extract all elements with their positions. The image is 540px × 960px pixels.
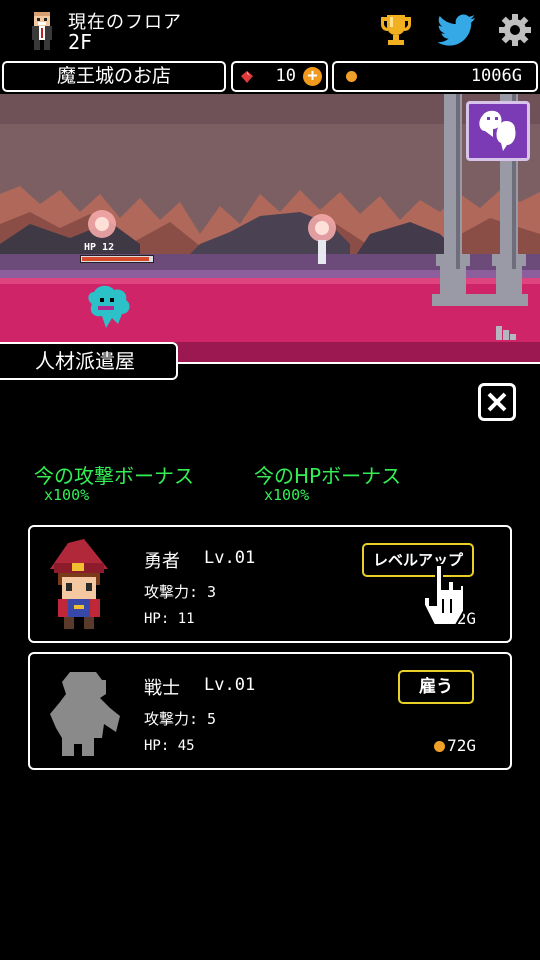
add-gems-button[interactable]: + — [303, 67, 322, 86]
tutorial-hand-pointer-icon — [423, 564, 465, 626]
enemy-hp-label: HP 12 — [84, 242, 115, 253]
unit-card-fighter: 戦士 Lv.01 攻撃力: 5 HP: 45 雇う 72G — [28, 652, 512, 770]
gem-icon — [241, 71, 253, 83]
hire-button[interactable]: 雇う — [398, 670, 474, 704]
gem-count: 10 — [275, 66, 296, 86]
gold-count: 1006G — [470, 66, 522, 86]
unit-hp: HP: 11 — [144, 611, 195, 627]
close-button[interactable] — [478, 383, 516, 421]
twitter-icon[interactable] — [438, 14, 476, 46]
gold-counter: 1006G — [332, 61, 538, 92]
unit-price: 72G — [434, 736, 476, 755]
fighter-silhouette — [50, 672, 120, 756]
unit-hp: HP: 45 — [144, 738, 195, 754]
enemy-hp-fill — [82, 257, 149, 261]
cave-background — [0, 94, 540, 362]
player-avatar-icon — [32, 12, 52, 50]
unit-attack: 攻撃力: 5 — [144, 710, 217, 728]
current-floor-value: 2F — [68, 30, 93, 54]
gem-counter: 10 + — [231, 61, 328, 92]
settings-gear-icon[interactable] — [498, 13, 532, 47]
unit-level: Lv.01 — [204, 548, 256, 568]
hero-portrait — [50, 539, 108, 629]
gold-coin-icon — [346, 71, 357, 82]
ghost-icon — [479, 110, 516, 151]
panel-title: 人材派遣屋 — [35, 349, 135, 373]
enemy-hp-bar — [80, 255, 154, 263]
shop-name: 魔王城のお店 — [56, 65, 171, 87]
attack-bonus-value: x100% — [44, 486, 90, 504]
unit-price-value: 72G — [447, 736, 476, 755]
close-icon — [487, 392, 507, 412]
trophy-icon[interactable] — [378, 12, 414, 48]
attack-bonus-label: 今の攻撃ボーナス — [34, 464, 194, 488]
unit-level: Lv.01 — [204, 675, 256, 695]
hp-bonus-value: x100% — [264, 486, 310, 504]
shop-name-box: 魔王城のお店 — [2, 61, 226, 92]
unit-name: 戦士 — [144, 678, 180, 699]
gold-coin-icon — [434, 741, 446, 752]
battle-scene: HP 12 — [0, 94, 540, 362]
unit-attack: 攻撃力: 3 — [144, 583, 217, 601]
unit-name: 勇者 — [144, 551, 180, 572]
hp-bonus-label: 今のHPボーナス — [254, 464, 402, 488]
panel-tab: 人材派遣屋 — [0, 342, 178, 380]
slime-monster-sprite — [88, 285, 130, 328]
ghost-skill-button[interactable] — [466, 101, 530, 161]
unit-card-hero: 勇者 Lv.01 攻撃力: 3 HP: 11 レベルアップ 52G — [28, 525, 512, 643]
